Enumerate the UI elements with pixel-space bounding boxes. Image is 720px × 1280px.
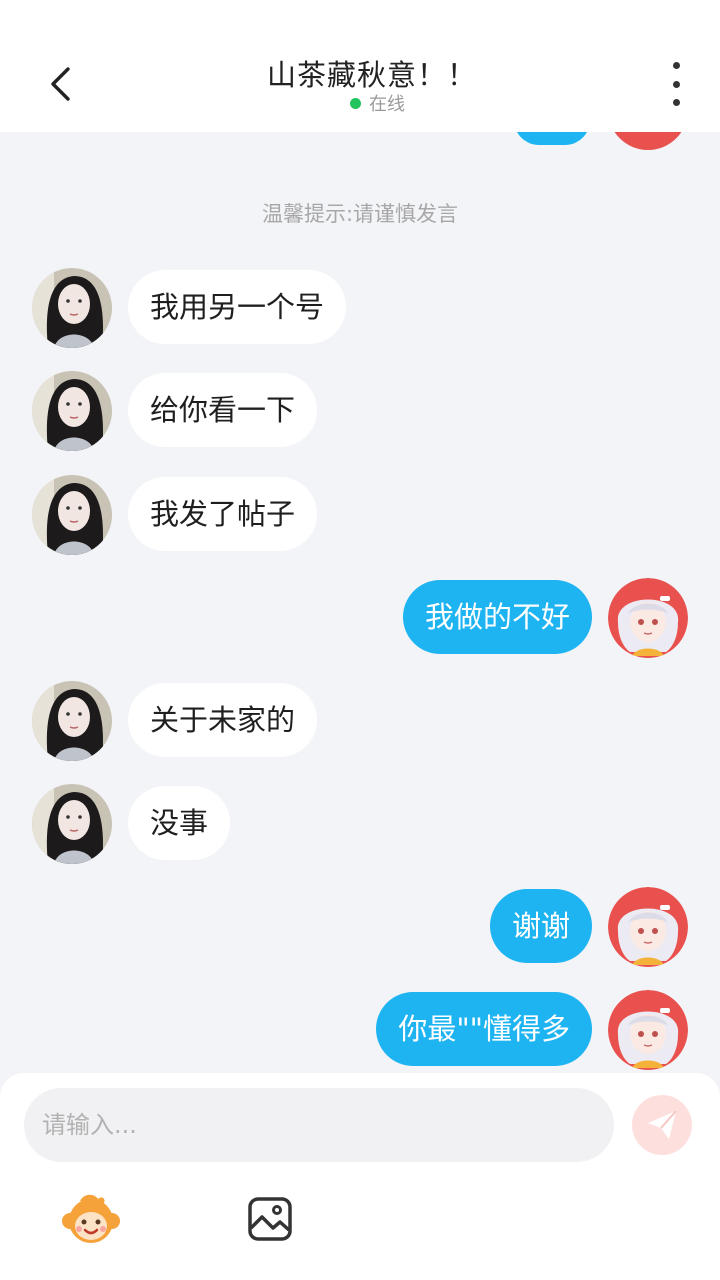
message-bubble[interactable]: 关于未家的 [128,683,318,757]
contact-avatar[interactable] [32,475,112,555]
message-list[interactable]: 温馨提示:请谨慎发言 我用另一个号 给你看一下我发了帖子我做的不好关于未家的没事谢… [0,0,720,1080]
message-bubble[interactable]: 我用另一个号 [128,270,347,344]
message-bubble[interactable]: 没事 [128,786,231,860]
image-icon[interactable] [246,1195,294,1243]
message-bubble[interactable]: 谢谢 [489,889,592,963]
more-vertical-icon [672,62,680,69]
message-bubble[interactable]: 你最""懂得多 [376,992,592,1066]
chat-title: 山茶藏秋意！！ [266,58,477,92]
contact-avatar[interactable] [32,784,112,864]
outgoing-message: 谢谢 [0,887,720,967]
incoming-message: 关于未家的 [0,681,720,761]
incoming-message: 给你看一下 [0,371,720,451]
outgoing-message: 我做的不好 [0,578,720,658]
send-button[interactable] [632,1095,692,1155]
contact-avatar[interactable] [32,268,112,348]
contact-avatar[interactable] [32,681,112,761]
user-avatar[interactable] [608,578,688,658]
presence-status: 在线 [350,90,405,116]
emoji-icon[interactable] [60,1191,122,1247]
send-icon [648,1110,677,1139]
incoming-message: 我用另一个号 [0,268,720,348]
safety-notice: 温馨提示:请谨慎发言 [261,202,459,226]
chat-header: 山茶藏秋意！！ 在线 [0,0,720,132]
message-bubble[interactable]: 我发了帖子 [128,477,318,551]
contact-avatar[interactable] [32,371,112,451]
message-bubble[interactable]: 给你看一下 [128,373,318,447]
more-options-button[interactable] [656,62,696,106]
presence-label: 在线 [369,94,405,115]
message-input[interactable] [24,1088,614,1162]
message-bubble[interactable]: 我做的不好 [402,580,592,654]
incoming-message: 我发了帖子 [0,475,720,555]
message-composer [0,1073,720,1280]
user-avatar[interactable] [608,887,688,967]
user-avatar[interactable] [608,990,688,1070]
outgoing-message: 你最""懂得多 [0,990,720,1070]
chat-screen: 温馨提示:请谨慎发言 我用另一个号 给你看一下我发了帖子我做的不好关于未家的没事谢… [0,0,720,1280]
online-dot-icon [350,97,361,109]
incoming-message: 没事 [0,784,720,864]
